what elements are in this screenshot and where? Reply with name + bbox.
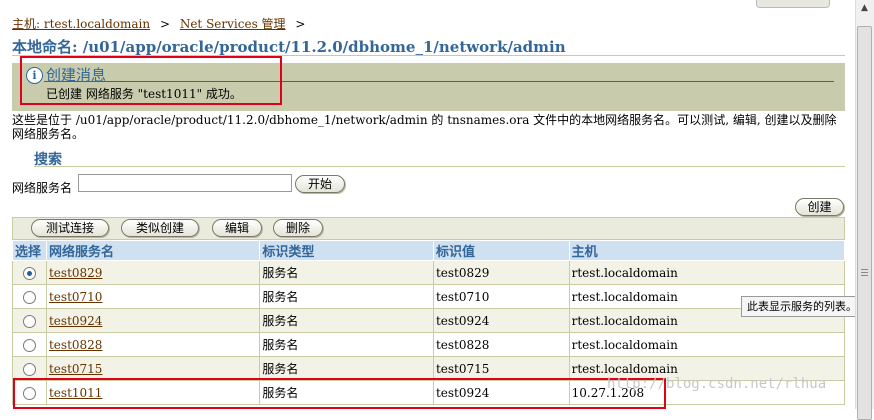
scroll-up-arrow-icon[interactable]: ▲ xyxy=(857,2,872,15)
id-type-cell: 服务名 xyxy=(259,332,434,357)
service-name-link[interactable]: test0828 xyxy=(49,338,102,352)
service-name-link[interactable]: test0715 xyxy=(49,362,102,376)
breadcrumb: 主机: rtest.localdomain > Net Services 管理 … xyxy=(12,15,311,32)
scrollbar-thumb[interactable] xyxy=(857,26,872,420)
host-cell: rtest.localdomain xyxy=(568,260,846,285)
column-header-id-type[interactable]: 标识类型 xyxy=(259,240,434,261)
column-header-select: 选择 xyxy=(12,240,47,261)
row-select-cell xyxy=(12,356,47,381)
create-like-button[interactable]: 类似创建 xyxy=(121,219,199,237)
breadcrumb-separator: > xyxy=(159,17,170,31)
id-type-cell: 服务名 xyxy=(259,308,434,333)
go-button[interactable]: 开始 xyxy=(295,175,345,193)
table-tooltip: 此表显示服务的列表。 xyxy=(741,296,871,317)
service-name-cell: test0829 xyxy=(45,260,261,285)
search-divider xyxy=(34,166,845,167)
table-header-row: 选择 网络服务名 标识类型 标识值 主机 xyxy=(12,240,846,261)
confirmation-highlight-box xyxy=(20,56,282,105)
service-name-cell: test0924 xyxy=(45,308,261,333)
service-name-cell: test0828 xyxy=(45,332,261,357)
new-row-highlight-box xyxy=(13,378,666,409)
id-type-cell: 服务名 xyxy=(259,284,434,309)
page-description: 这些是位于 /u01/app/oracle/product/11.2.0/dbh… xyxy=(12,113,837,141)
column-header-name[interactable]: 网络服务名 xyxy=(45,240,261,261)
row-select-radio[interactable] xyxy=(22,338,36,352)
id-type-cell: 服务名 xyxy=(259,356,434,381)
table-row[interactable]: test0828 服务名 test0828 rtest.localdomain xyxy=(12,332,846,357)
id-value-cell: test0829 xyxy=(432,260,570,285)
service-name-link[interactable]: test0710 xyxy=(49,290,102,304)
table-row[interactable]: test0829 服务名 test0829 rtest.localdomain xyxy=(12,260,846,285)
row-select-cell xyxy=(12,332,47,357)
create-button[interactable]: 创建 xyxy=(795,198,844,216)
breadcrumb-separator: > xyxy=(295,17,306,31)
test-connection-button[interactable]: 测试连接 xyxy=(31,219,109,237)
search-input[interactable] xyxy=(78,174,292,192)
row-select-radio[interactable] xyxy=(22,314,36,328)
table-row[interactable]: test0924 服务名 test0924 rtest.localdomain xyxy=(12,308,846,333)
id-value-cell: test0924 xyxy=(432,308,570,333)
breadcrumb-net-services-link[interactable]: Net Services 管理 xyxy=(180,17,286,31)
row-select-cell xyxy=(12,260,47,285)
id-value-cell: test0828 xyxy=(432,332,570,357)
id-value-cell: test0710 xyxy=(432,284,570,309)
row-select-cell xyxy=(12,284,47,309)
edit-button[interactable]: 编辑 xyxy=(212,219,262,237)
scrollbar-grip-icon xyxy=(861,269,868,278)
service-name-link[interactable]: test0924 xyxy=(49,314,102,328)
top-collapse-button[interactable] xyxy=(756,0,830,8)
search-label: 网络服务名 xyxy=(12,181,73,195)
column-header-host[interactable]: 主机 xyxy=(568,240,846,261)
watermark-text: http://blog.csdn.net/rlhua xyxy=(607,376,827,392)
row-select-cell xyxy=(12,308,47,333)
host-cell: rtest.localdomain xyxy=(568,332,846,357)
service-name-link[interactable]: test0829 xyxy=(49,266,102,280)
id-type-cell: 服务名 xyxy=(259,260,434,285)
delete-button[interactable]: 删除 xyxy=(273,219,323,237)
id-value-cell: test0715 xyxy=(432,356,570,381)
table-row[interactable]: test0710 服务名 test0710 rtest.localdomain xyxy=(12,284,846,309)
row-select-radio[interactable] xyxy=(22,362,36,376)
column-header-id-value[interactable]: 标识值 xyxy=(432,240,570,261)
breadcrumb-host-link[interactable]: 主机: rtest.localdomain xyxy=(12,17,150,31)
row-select-radio[interactable] xyxy=(22,290,36,304)
service-name-cell: test0715 xyxy=(45,356,261,381)
service-name-cell: test0710 xyxy=(45,284,261,309)
row-select-radio[interactable] xyxy=(22,266,36,280)
page-title: 本地命名: /u01/app/oracle/product/11.2.0/dbh… xyxy=(12,38,566,56)
